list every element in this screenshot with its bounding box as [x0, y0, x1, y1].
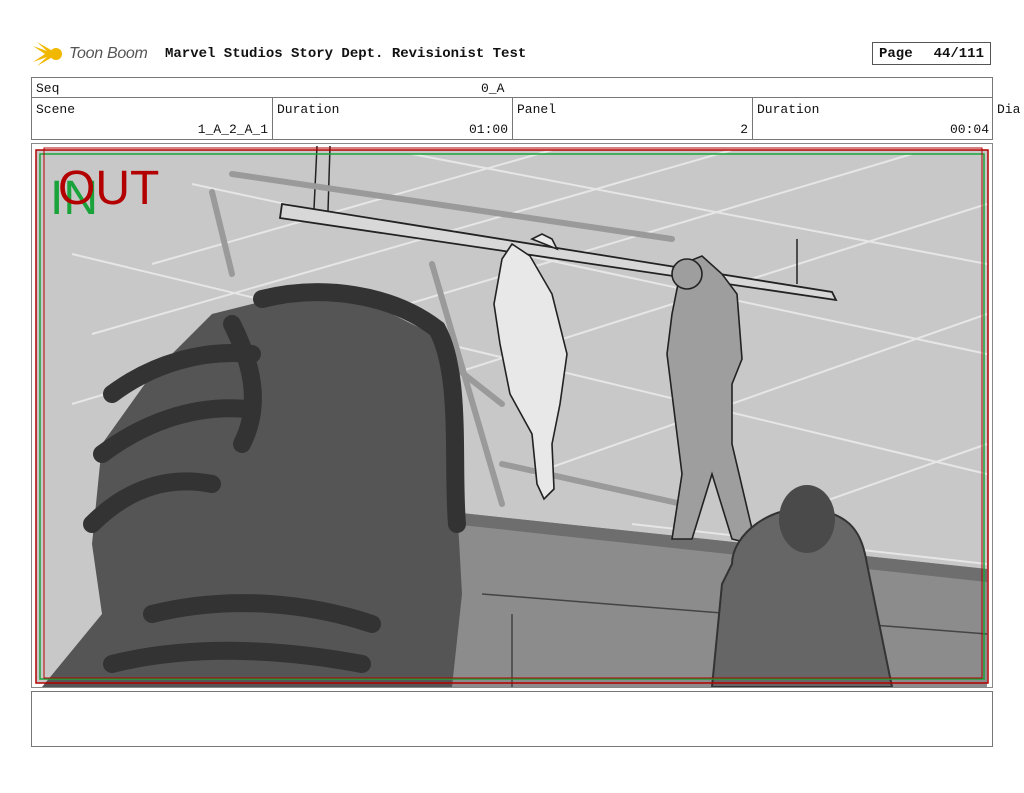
panel-value: 2: [740, 122, 748, 137]
document-title: Marvel Studios Story Dept. Revisionist T…: [165, 46, 527, 62]
storyboard-header: Toon Boom Marvel Studios Story Dept. Rev…: [31, 38, 993, 70]
page-indicator: Page 44/111: [872, 42, 991, 65]
scene-duration-label: Duration: [277, 102, 340, 117]
scene-duration-cell: Duration 01:00: [273, 98, 513, 139]
seq-label: Seq: [36, 81, 60, 96]
storyboard-panel-frame: IN OUT: [31, 143, 993, 688]
scene-cell: Scene 1_A_2_A_1: [32, 98, 273, 139]
toon-boom-logo: Toon Boom: [31, 38, 159, 70]
panel-duration-label: Duration: [757, 102, 820, 117]
scene-duration-value: 01:00: [468, 122, 508, 137]
scene-value: 1_A_2_A_1: [197, 122, 268, 137]
logo-text: Toon Boom: [69, 45, 148, 62]
panel-label: Panel: [517, 102, 557, 117]
scene-label: Scene: [36, 102, 76, 117]
page-number: 44/111: [933, 46, 984, 62]
panel-duration-cell: Duration 00:04: [753, 98, 993, 139]
panel-duration-value: 00:04: [949, 122, 989, 137]
dialogue-label: Dia: [997, 102, 1021, 117]
starburst-icon: [33, 42, 62, 66]
seq-value: 0_A: [481, 81, 505, 96]
panel-notes-box: [31, 691, 993, 747]
panel-cell: Panel 2: [513, 98, 753, 139]
panel-sketch: IN OUT: [35, 145, 989, 687]
panel-info-row: Scene 1_A_2_A_1 Duration 01:00 Panel 2 D…: [31, 98, 993, 140]
out-marker: OUT: [58, 162, 159, 215]
page-label: Page: [879, 46, 913, 62]
sequence-row: Seq 0_A: [31, 77, 993, 98]
